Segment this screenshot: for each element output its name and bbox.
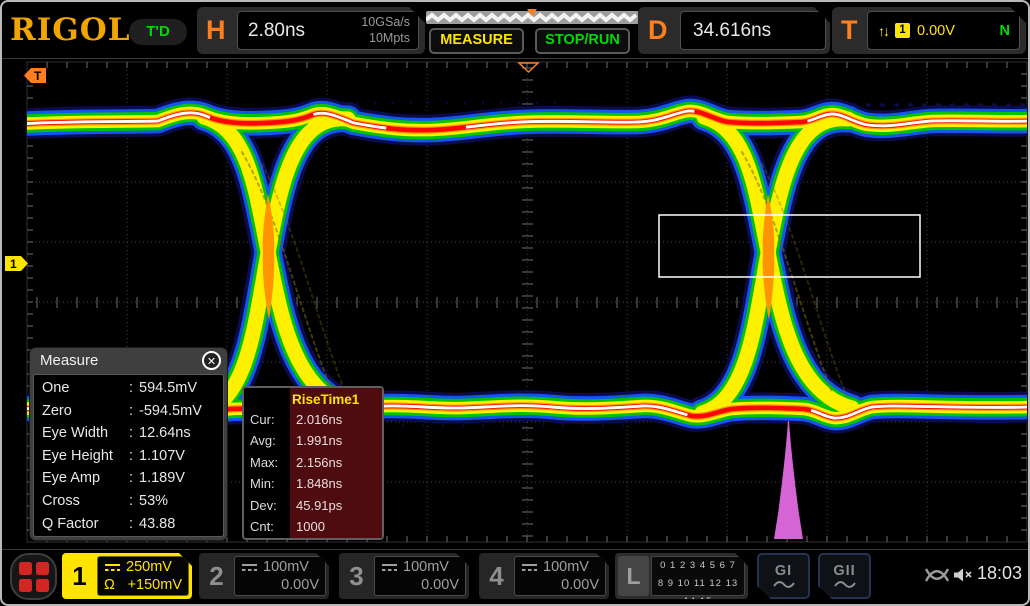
trigger-slope-icon: ↑↓	[878, 23, 888, 39]
stat-popup-title: RiseTime1	[244, 388, 382, 409]
speaker-muted-icon[interactable]	[953, 566, 974, 584]
measure-row-eye-amp: Eye Amp:1.189V	[34, 467, 223, 490]
channel-4-scale: 100mV	[543, 558, 589, 576]
channel-2-offset: 0.00V	[281, 576, 319, 594]
sine-wave-icon	[833, 578, 857, 589]
channel-1-settings: 250mV Ω +150mV	[97, 556, 189, 596]
channel-4-settings: 100mV 0.00V	[514, 556, 606, 596]
svg-text:1: 1	[10, 257, 17, 271]
measure-row-q-factor: Q Factor:43.88	[34, 513, 223, 536]
timebase-value: 2.80ns	[248, 20, 305, 42]
stat-row-cur: Cur:2.016ns	[244, 409, 382, 430]
channel-4-number: 4	[479, 553, 514, 599]
logic-analyzer-block[interactable]: L 0 1 2 3 4 5 6 7 8 9 10 11 12 13 14 15	[615, 553, 748, 599]
stop-run-button[interactable]: STOP/RUN	[535, 28, 630, 54]
bottombar-divider	[2, 549, 1030, 550]
measure-row-eye-height: Eye Height:1.107V	[34, 445, 223, 468]
stat-row-min: Min:1.848ns	[244, 473, 382, 494]
channel-3-offset: 0.00V	[421, 576, 459, 594]
stat-row-dev: Dev:45.91ps	[244, 495, 382, 516]
logic-label: L	[618, 556, 649, 596]
impedance-icon: Ω	[104, 576, 115, 594]
trigger-status-badge: T'D	[129, 19, 187, 45]
horizontal-timebase-group[interactable]: H 2.80ns 10GSa/s 10Mpts	[197, 7, 425, 54]
channel-1-scale: 250mV	[126, 558, 172, 576]
svg-text:T: T	[34, 69, 42, 83]
channel-2-block[interactable]: 2 100mV 0.00V	[199, 553, 329, 599]
menu-grid-icon	[19, 562, 49, 592]
close-icon[interactable]: ✕	[202, 351, 221, 370]
measure-panel-body: One:594.5mV Zero:-594.5mV Eye Width:12.6…	[33, 374, 224, 537]
generator-1-button[interactable]: GI	[757, 553, 810, 599]
oscilloscope-screen: RIGOL T'D H 2.80ns 10GSa/s 10Mpts MEASUR…	[0, 0, 1030, 606]
channel-1-block[interactable]: 1 250mV Ω +150mV	[62, 553, 192, 599]
logic-row-2: 8 9 10 11 12 13 14 15	[652, 575, 744, 606]
trigger-coupling: N	[1000, 23, 1010, 39]
channel1-position-flag[interactable]: 1	[5, 256, 28, 271]
measure-panel: Measure ✕ One:594.5mV Zero:-594.5mV Eye …	[30, 348, 227, 540]
crossing-histogram	[774, 421, 803, 539]
memory-depth: 10Mpts	[361, 31, 410, 47]
channel-3-block[interactable]: 3 100mV 0.00V	[339, 553, 469, 599]
stat-popup-risetime: RiseTime1 Cur:2.016ns Avg:1.991ns Max:2.…	[242, 386, 384, 540]
channel-3-scale: 100mV	[403, 558, 449, 576]
channel-2-number: 2	[199, 553, 234, 599]
sine-wave-icon	[772, 578, 796, 589]
stat-row-cnt: Cnt:1000	[244, 516, 382, 537]
measure-row-cross: Cross:53%	[34, 490, 223, 513]
dc-coupling-icon	[104, 563, 121, 572]
eye-mode-icon	[924, 565, 950, 585]
stat-row-max: Max:2.156ns	[244, 452, 382, 473]
delay-group[interactable]: D 34.616ns	[638, 7, 830, 54]
channel-3-settings: 100mV 0.00V	[374, 556, 466, 596]
trigger-label: T	[841, 15, 858, 46]
measure-row-one: One:594.5mV	[34, 377, 223, 400]
logic-row-1: 0 1 2 3 4 5 6 7	[652, 557, 744, 575]
delay-label: D	[648, 15, 668, 46]
channel-4-offset: 0.00V	[561, 576, 599, 594]
logic-channel-list: 0 1 2 3 4 5 6 7 8 9 10 11 12 13 14 15	[651, 556, 745, 596]
measure-button[interactable]: MEASURE	[429, 28, 524, 54]
waveform-preview-strip[interactable]	[426, 9, 639, 25]
clock: 18:03	[977, 563, 1022, 584]
measure-row-zero: Zero:-594.5mV	[34, 400, 223, 423]
generator-2-label: GII	[833, 564, 855, 578]
channel-2-scale: 100mV	[263, 558, 309, 576]
trigger-group[interactable]: T ↑↓ 1 0.00V N	[832, 7, 1026, 54]
dc-coupling-icon	[241, 563, 258, 572]
delay-value: 34.616ns	[693, 20, 771, 42]
generator-1-label: GI	[775, 564, 792, 578]
horizontal-label: H	[206, 15, 226, 46]
measure-panel-header[interactable]: Measure ✕	[30, 348, 227, 374]
channel-3-number: 3	[339, 553, 374, 599]
measure-row-eye-width: Eye Width:12.64ns	[34, 422, 223, 445]
channel-1-number: 1	[62, 553, 97, 599]
trigger-level-value: 0.00V	[917, 23, 955, 39]
measure-panel-title: Measure	[40, 352, 98, 369]
channel-1-offset: +150mV	[128, 576, 182, 594]
channel-2-settings: 100mV 0.00V	[234, 556, 326, 596]
trigger-source-badge: 1	[895, 23, 910, 38]
stat-row-avg: Avg:1.991ns	[244, 430, 382, 451]
channel-4-block[interactable]: 4 100mV 0.00V	[479, 553, 609, 599]
generator-2-button[interactable]: GII	[818, 553, 871, 599]
dc-coupling-icon	[521, 563, 538, 572]
menu-button[interactable]	[10, 553, 57, 600]
dc-coupling-icon	[381, 563, 398, 572]
sample-rate: 10GSa/s	[361, 15, 410, 31]
brand-logo: RIGOL	[10, 12, 131, 48]
